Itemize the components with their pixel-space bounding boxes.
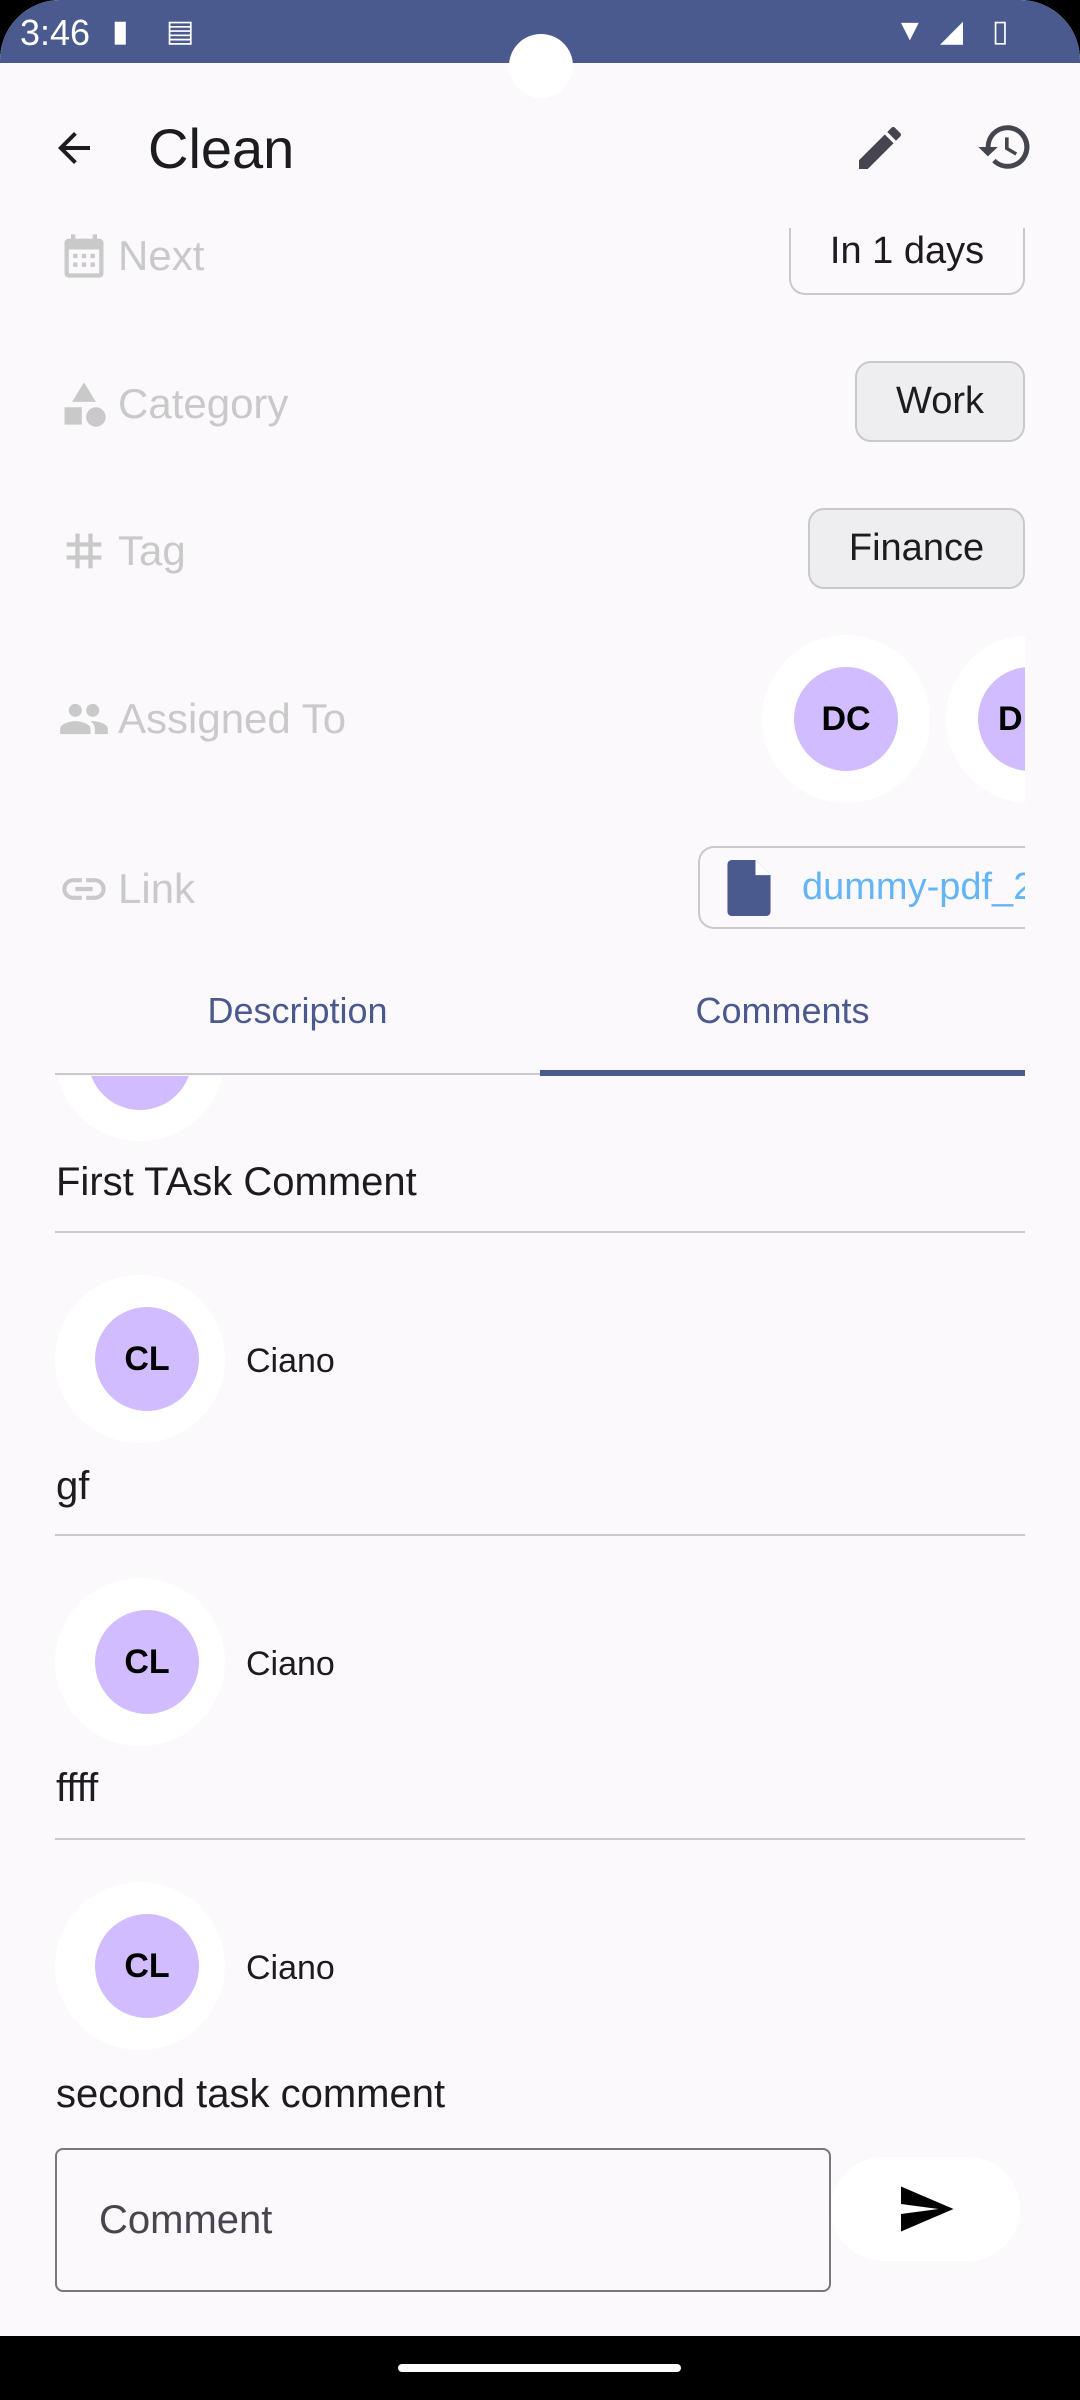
- history-icon[interactable]: [976, 118, 1034, 176]
- assigned-label: Assigned To: [118, 695, 347, 742]
- send-button[interactable]: [831, 2157, 1020, 2261]
- comment-avatar: CL: [55, 1275, 225, 1443]
- comments-list[interactable]: First TAsk Comment CL Ciano gf CL Ciano …: [0, 1076, 1080, 2136]
- hashtag-icon: [66, 533, 102, 569]
- comment-divider: [55, 1838, 1025, 1840]
- link-chip[interactable]: dummy-pdf_2: [698, 846, 1025, 929]
- comment-avatar: CL: [55, 1578, 225, 1746]
- back-arrow-icon[interactable]: [50, 124, 98, 172]
- category-shapes-icon: [64, 382, 106, 427]
- comment-text: gf: [56, 1464, 90, 1508]
- assignee-avatar[interactable]: D: [946, 635, 1025, 803]
- tab-comments[interactable]: Comments: [540, 990, 1025, 1032]
- send-icon: [900, 2186, 953, 2232]
- comment-author: Ciano: [246, 1342, 335, 1380]
- category-label: Category: [118, 380, 289, 427]
- comment-divider: [55, 1231, 1025, 1233]
- camera-cutout: [509, 34, 573, 98]
- edit-icon[interactable]: [852, 120, 908, 176]
- calendar-icon: [64, 234, 104, 278]
- link-filename[interactable]: dummy-pdf_2: [802, 866, 1025, 909]
- comment-avatar: [55, 1076, 225, 1141]
- next-chip[interactable]: In 1 days: [789, 228, 1025, 295]
- link-label: Link: [118, 865, 196, 912]
- comment-input[interactable]: Comment: [55, 2148, 831, 2292]
- assignee-list[interactable]: DC D: [740, 620, 1025, 820]
- tag-label: Tag: [118, 527, 186, 574]
- wifi-icon: ▼: [895, 14, 925, 47]
- people-icon: [60, 703, 108, 735]
- battery-icon: ▯: [992, 15, 1009, 48]
- status-time: 3:46: [20, 12, 91, 53]
- comment-divider: [55, 1534, 1025, 1536]
- link-icon: [62, 878, 106, 900]
- category-chip[interactable]: Work: [855, 361, 1025, 442]
- next-label: Next: [118, 232, 205, 279]
- comment-text: First TAsk Comment: [56, 1160, 417, 1204]
- comment-text: second task comment: [56, 2072, 446, 2116]
- details-panel: Next In 1 days Category Work Tag Finance…: [0, 228, 1080, 988]
- comment-avatar: CL: [55, 1882, 225, 2050]
- comment-author: Ciano: [246, 1949, 335, 1987]
- comment-text: ffff: [56, 1766, 99, 1810]
- file-icon: [727, 859, 771, 916]
- tab-description[interactable]: Description: [55, 990, 540, 1032]
- assignee-avatar[interactable]: DC: [762, 635, 930, 803]
- tag-chip[interactable]: Finance: [808, 508, 1025, 589]
- sd-card-icon: ▮: [112, 15, 129, 48]
- screen: 3:46 ▮ ▤ ▼ ◢ ▯ Clean Next In 1 days Cate…: [0, 0, 1080, 2400]
- home-gesture-handle[interactable]: [398, 2364, 681, 2372]
- comment-author: Ciano: [246, 1645, 335, 1683]
- signal-icon: ◢: [940, 15, 964, 48]
- page-title: Clean: [148, 117, 295, 180]
- calendar-notification-icon: ▤: [166, 15, 195, 48]
